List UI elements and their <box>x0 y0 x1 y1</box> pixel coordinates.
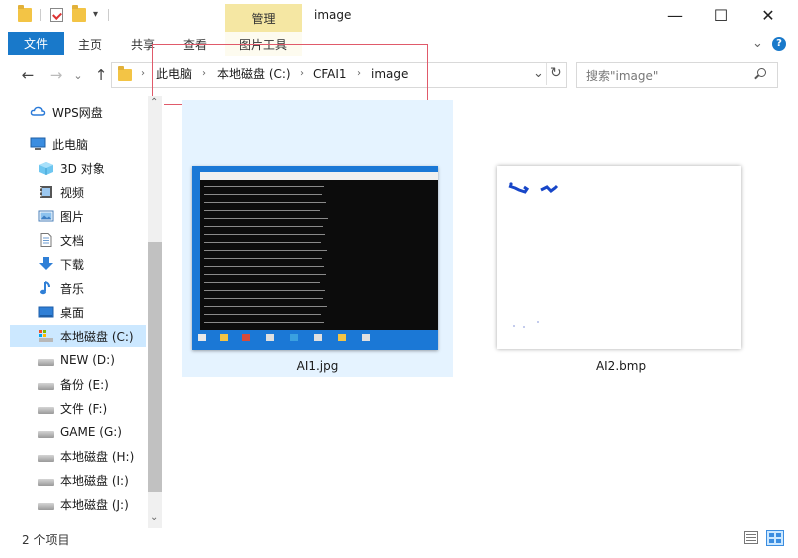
sidebar-item-label: 文件 (F:) <box>60 401 108 416</box>
sidebar-item-label: 图片 <box>60 209 85 224</box>
drive-icon <box>38 430 54 438</box>
file-name-ai2[interactable]: AI2.bmp <box>497 358 745 374</box>
qa-separator <box>108 9 109 21</box>
sidebar-item-label: 下载 <box>60 257 85 272</box>
tab-home[interactable]: 主页 <box>78 32 102 56</box>
up-button[interactable]: ↑ <box>91 66 111 84</box>
back-button[interactable]: ← <box>18 66 38 84</box>
drive-icon <box>38 358 54 366</box>
scrollbar-thumb[interactable] <box>148 242 162 492</box>
ribbon-expand-icon[interactable]: ⌄ <box>752 36 763 51</box>
sidebar-item-label: 桌面 <box>60 305 85 320</box>
download-icon <box>38 257 54 271</box>
computer-icon <box>30 137 46 151</box>
sidebar-item-label: GAME (G:) <box>60 425 122 439</box>
file-tab[interactable]: 文件 <box>8 32 64 55</box>
drive-icon <box>38 454 54 462</box>
sidebar-item-wps-cloud[interactable]: WPS网盘 <box>30 101 166 123</box>
cloud-icon <box>30 105 46 119</box>
picture-icon <box>38 209 54 223</box>
close-button[interactable]: ✕ <box>745 0 791 30</box>
sidebar-item-label: 视频 <box>60 185 85 200</box>
drive-icon <box>38 478 54 486</box>
details-view-icon[interactable] <box>744 531 758 544</box>
refresh-icon[interactable]: ↻ <box>550 65 562 81</box>
sidebar-item-label: 本地磁盘 (J:) <box>60 497 129 512</box>
thumbnail-console-window <box>200 172 438 330</box>
document-icon <box>38 233 54 247</box>
help-icon[interactable]: ? <box>772 37 786 51</box>
sidebar-item-label: 本地磁盘 (C:) <box>60 329 134 344</box>
drive-c-icon <box>38 329 54 343</box>
large-icons-view-icon[interactable] <box>766 530 784 546</box>
video-icon <box>38 185 54 199</box>
thumbnail-console-titlebar <box>200 172 438 180</box>
quick-access-dropdown-icon[interactable]: ▾ <box>93 9 98 20</box>
breadcrumb-separator[interactable]: › <box>141 66 145 82</box>
drive-icon <box>38 502 54 510</box>
status-bar <box>0 528 798 548</box>
file-name-ai1[interactable]: AI1.jpg <box>182 358 453 374</box>
sidebar-item-label: WPS网盘 <box>52 105 103 120</box>
scroll-down-icon[interactable]: ⌄ <box>150 512 158 523</box>
properties-icon[interactable] <box>50 8 63 22</box>
sidebar-item-local-disk-c[interactable]: 本地磁盘 (C:) <box>10 325 146 347</box>
new-folder-icon[interactable] <box>72 5 86 22</box>
status-item-count: 2 个项目 <box>22 533 70 547</box>
recent-locations-button[interactable]: ⌄ <box>72 66 84 84</box>
sidebar-item-label: 音乐 <box>60 281 85 296</box>
sidebar-item-label: 此电脑 <box>52 137 89 152</box>
cube-icon <box>38 161 54 175</box>
drive-icon <box>38 382 54 390</box>
highlight-box <box>152 44 428 105</box>
search-input[interactable]: 搜索"image" <box>586 67 658 84</box>
sidebar-item-label: 本地磁盘 (I:) <box>60 473 129 488</box>
folder-icon <box>118 66 132 81</box>
sidebar-item-label: 本地磁盘 (H:) <box>60 449 135 464</box>
scroll-up-icon[interactable]: ⌃ <box>150 97 158 108</box>
context-tab-manage[interactable]: 管理 <box>225 4 302 32</box>
search-icon[interactable] <box>754 68 766 80</box>
sidebar-item-label: 备份 (E:) <box>60 377 109 392</box>
sidebar-item-this-pc[interactable]: 此电脑 <box>30 133 166 155</box>
sidebar-item-label: 3D 对象 <box>60 161 105 176</box>
maximize-button[interactable]: ☐ <box>698 0 744 30</box>
music-icon <box>38 281 54 295</box>
window-title: image <box>314 8 352 22</box>
drive-icon <box>38 406 54 414</box>
qa-separator <box>40 9 41 21</box>
folder-icon <box>18 5 32 22</box>
sidebar-item-label: NEW (D:) <box>60 353 115 367</box>
forward-button[interactable]: → <box>46 66 66 84</box>
thumbnail-desktop-icons <box>194 332 394 346</box>
address-dropdown-icon[interactable]: ⌄ <box>533 66 544 81</box>
sidebar-item-label: 文档 <box>60 233 85 248</box>
desktop-icon <box>38 305 54 319</box>
thumbnail-ai2[interactable] <box>497 166 741 349</box>
address-divider <box>546 63 547 85</box>
minimize-button[interactable]: — <box>652 0 698 30</box>
